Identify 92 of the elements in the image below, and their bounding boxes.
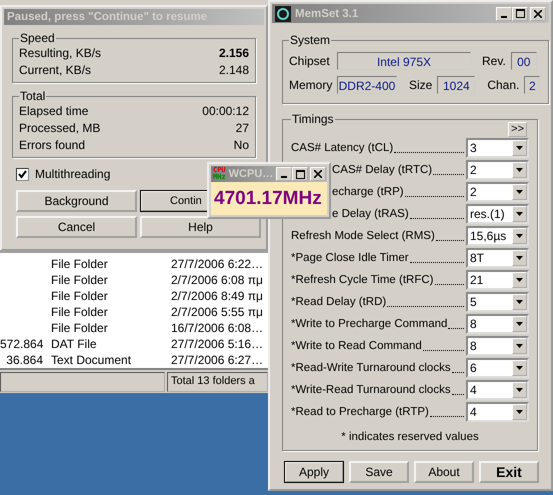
timing-dropdown[interactable]: res.(1) [466,204,529,224]
field-label: Chan. [487,78,520,92]
stat-label: Errors found [19,137,86,154]
stat-label: Current, KB/s [19,62,92,79]
readout-field: 2 [524,76,540,94]
stat-label: Elapsed time [19,103,88,120]
file-type: File Folder [51,272,109,288]
stat-label: Processed, MB [19,120,100,137]
field-label: Chipset [289,54,331,68]
timing-dropdown[interactable]: 8 [466,336,529,356]
timing-label: *Write to Read Command [291,340,422,352]
timing-dropdown[interactable]: 21 [466,270,529,290]
field-label: Rev. [482,54,506,68]
status-text: Total 13 folders a [167,372,268,392]
readout-field: 1024 [437,76,476,94]
maximize-icon[interactable] [516,9,524,18]
window-title: WCPU… [228,168,274,180]
expand-button[interactable]: >> [508,122,527,137]
stat-value: 2.148 [218,62,249,79]
close-button[interactable] [310,167,326,181]
timing-dropdown[interactable]: 15,6µs [466,226,529,246]
timing-dropdown[interactable]: 8 [466,314,529,334]
file-type: File Folder [51,304,109,320]
timing-label: *Page Close Idle Timer [291,252,409,264]
file-type: Text Document [51,352,132,368]
file-date: 27/7/2006 6:22… [171,256,264,272]
stat-label: Resulting, KB/s [19,45,102,62]
checkbox-label[interactable]: Multithreading [35,167,110,181]
timing-label: *Write to Precharge Command [291,318,448,330]
timing-label: *Read to Precharge (tRTP) [291,406,429,418]
group-label: Timings [291,112,335,126]
timing-label: Refresh Mode Select (RMS) [291,230,435,242]
stat-value: 2.156 [218,45,249,62]
timing-dropdown[interactable]: 8T [466,248,529,268]
file-type: DAT File [51,336,98,352]
timing-dropdown[interactable]: 3 [466,138,529,158]
maximize-button[interactable] [512,6,528,20]
timing-label: CAS# Delay (tRTC) [332,164,432,176]
readout-field: DDR2-400 [337,76,397,94]
minimize-button[interactable] [496,6,512,20]
dialog-button[interactable]: Help [140,216,261,238]
maximize-icon[interactable] [296,170,305,178]
dialog-button[interactable]: Apply [284,461,344,483]
group-label: Total [19,89,46,103]
timing-label: e Delay (tRAS) [332,208,409,220]
dialog-button[interactable]: Exit [479,461,539,483]
file-date: 2/7/2006 8:49 πμ [171,288,264,304]
timing-dropdown[interactable]: 2 [466,160,529,180]
close-icon[interactable] [314,170,322,178]
timing-label: *Read Delay (tRD) [291,296,386,308]
file-date: 27/7/2006 5:16… [171,336,264,352]
timing-dropdown[interactable]: 5 [466,292,529,312]
file-date: 2/7/2006 5:55 πμ [171,304,264,320]
readout-field: 00 [510,52,537,70]
dialog-button[interactable]: Cancel [16,216,137,238]
file-date: 16/7/2006 6:08… [171,320,264,336]
timing-dropdown[interactable]: 4 [466,380,529,400]
field-label: Size [409,78,432,92]
stat-value: 00:00:12 [202,103,249,120]
footnote: * indicates reserved values [340,431,480,443]
field-label: Memory [289,78,332,92]
timing-dropdown[interactable]: 6 [466,358,529,378]
timing-label: echarge (tRP) [332,186,404,198]
group-label: System [289,33,332,47]
dialog-button[interactable]: About [414,461,474,483]
dialog-button[interactable]: Background [16,190,137,212]
file-type: File Folder [51,288,109,304]
timing-dropdown[interactable]: 2 [466,182,529,202]
stat-value: No [234,137,249,154]
file-size: 572.864 [0,336,43,352]
dialog-button[interactable]: Save [349,461,409,483]
timing-label: *Write-Read Turnaround clocks [291,384,451,396]
timing-label: *Refresh Cycle Time (tRFC) [291,274,434,286]
file-date: 2/7/2006 6:08 πμ [171,272,264,288]
close-button[interactable] [530,6,546,20]
window-title: MemSet 3.1 [295,8,358,20]
readout-field: Intel 975X [337,52,471,70]
file-type: File Folder [51,320,109,336]
stat-value: 27 [236,120,249,137]
file-type: File Folder [51,256,109,272]
timing-label: *Read-Write Turnaround clocks [291,362,451,374]
group-label: Speed [19,31,56,45]
minimize-button[interactable] [276,167,292,181]
app-icon [275,6,291,22]
file-date: 27/7/2006 6:27… [171,352,264,368]
timing-dropdown[interactable]: 4 [466,402,529,422]
maximize-button[interactable] [292,167,308,181]
close-icon[interactable] [534,10,542,18]
cpu-frequency: 4701.17MHz [211,182,327,215]
checkbox[interactable] [16,168,29,180]
file-size: 36.864 [5,352,43,368]
timing-label: CAS# Latency (tCL) [291,142,394,154]
